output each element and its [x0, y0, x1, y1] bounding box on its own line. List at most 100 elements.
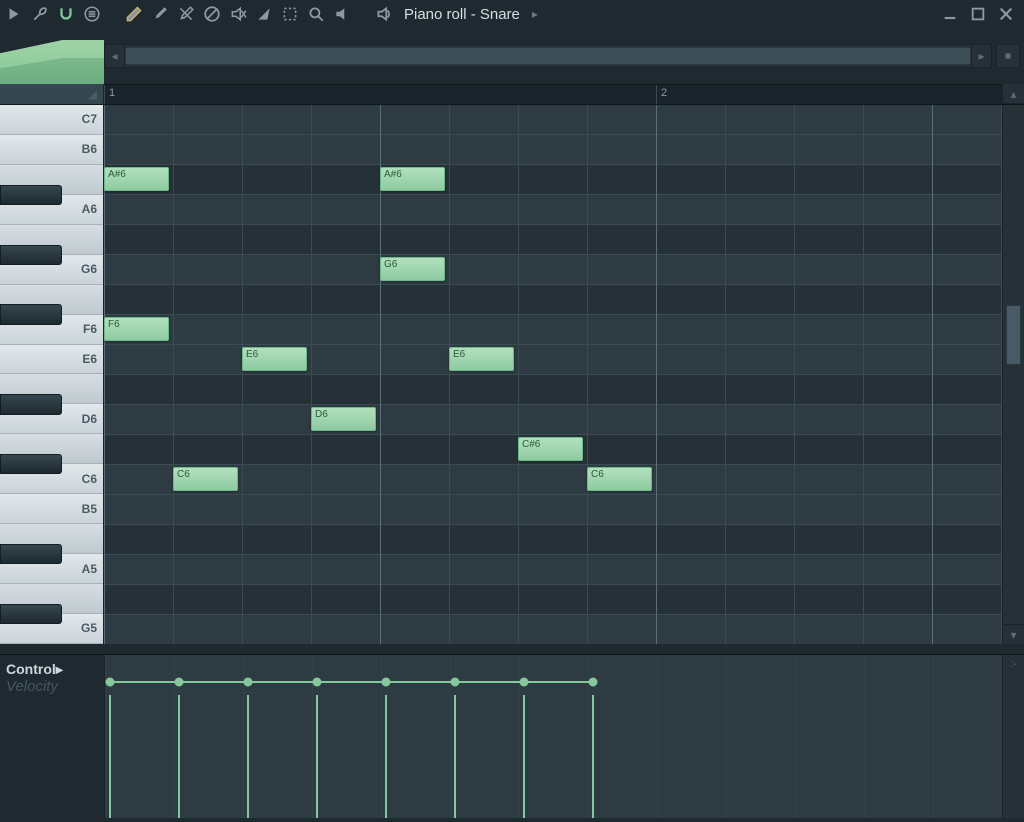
- key-label: F6: [83, 322, 97, 336]
- key-D6[interactable]: D6: [0, 404, 103, 434]
- pattern-tab[interactable]: [0, 28, 104, 84]
- vscroll-up-icon[interactable]: ▴: [1003, 84, 1024, 104]
- slice-icon[interactable]: [254, 4, 274, 24]
- wrench-icon[interactable]: [30, 4, 50, 24]
- key-label: A6: [82, 202, 97, 216]
- black-key[interactable]: [0, 185, 62, 205]
- key-G5[interactable]: G5: [0, 614, 103, 644]
- velocity-bar[interactable]: [178, 695, 180, 818]
- key-label: G6: [81, 262, 97, 276]
- ruler-corner[interactable]: ◢: [0, 84, 104, 104]
- grid-row: [104, 345, 1002, 375]
- vscroll-thumb[interactable]: [1006, 305, 1021, 365]
- control-panel: Control▸ Velocity :-: [0, 654, 1024, 818]
- note[interactable]: E6: [242, 347, 307, 371]
- key-B6[interactable]: B6: [0, 135, 103, 165]
- black-key[interactable]: [0, 454, 62, 474]
- grid-vline: [726, 655, 727, 818]
- control-label[interactable]: Control: [6, 661, 56, 677]
- velocity-bar[interactable]: [454, 695, 456, 818]
- velocity-bar[interactable]: [592, 695, 594, 818]
- window-title[interactable]: Piano roll - Snare: [404, 6, 520, 23]
- control-side-button[interactable]: :-: [1002, 655, 1024, 818]
- grid-row: [104, 315, 1002, 345]
- key-F6[interactable]: F6: [0, 315, 103, 345]
- piano-keys[interactable]: C7B6 A6 G6 F6 E6 D6 C6B5 A5 G5: [0, 105, 104, 644]
- time-ruler[interactable]: 12: [104, 84, 1002, 104]
- key-A5[interactable]: A5: [0, 554, 103, 584]
- disable-icon[interactable]: [202, 4, 222, 24]
- black-key[interactable]: [0, 245, 62, 265]
- black-key[interactable]: [0, 544, 62, 564]
- key-A6[interactable]: A6: [0, 195, 103, 225]
- key-C7[interactable]: C7: [0, 105, 103, 135]
- zoom-icon[interactable]: [306, 4, 326, 24]
- brush-cancel-icon[interactable]: [176, 4, 196, 24]
- grid-row: [104, 135, 1002, 165]
- note[interactable]: A#6: [380, 167, 445, 191]
- control-sublabel[interactable]: Velocity: [6, 678, 58, 695]
- piano-roll-main: C7B6A6G6F6E6D6C6B5A5G5 A#6A#6G6F6E6E6D6C…: [0, 104, 1024, 644]
- black-key[interactable]: [0, 304, 62, 324]
- grid-vline: [242, 105, 243, 644]
- black-key[interactable]: [0, 394, 62, 414]
- grid-vline: [933, 655, 934, 818]
- grid-row: [104, 465, 1002, 495]
- window-buttons: [942, 6, 1020, 22]
- preview-icon[interactable]: [374, 4, 394, 24]
- grid-vline: [518, 105, 519, 644]
- velocity-bar[interactable]: [385, 695, 387, 818]
- brush-icon[interactable]: [150, 4, 170, 24]
- key-B5[interactable]: B5: [0, 494, 103, 524]
- note-grid[interactable]: A#6A#6G6F6E6E6D6C#6C6C6: [104, 105, 1002, 644]
- menu-circle-icon[interactable]: [82, 4, 102, 24]
- note[interactable]: A#6: [104, 167, 169, 191]
- key-E6[interactable]: E6: [0, 345, 103, 375]
- hscroll-thumb[interactable]: [125, 47, 971, 65]
- note[interactable]: C6: [587, 467, 652, 491]
- hscroll-right-icon[interactable]: ▸: [971, 45, 991, 67]
- mute-icon[interactable]: [228, 4, 248, 24]
- vertical-scroll[interactable]: ▾: [1002, 105, 1024, 644]
- pencil-icon[interactable]: [124, 4, 144, 24]
- vscroll-down-icon[interactable]: ▾: [1003, 624, 1024, 644]
- snap-icon[interactable]: [56, 4, 76, 24]
- note[interactable]: C6: [173, 467, 238, 491]
- grid-vline: [863, 105, 864, 644]
- note[interactable]: F6: [104, 317, 169, 341]
- black-key[interactable]: [0, 604, 62, 624]
- note[interactable]: D6: [311, 407, 376, 431]
- play-menu-icon[interactable]: [4, 4, 24, 24]
- note[interactable]: G6: [380, 257, 445, 281]
- volume-icon[interactable]: [332, 4, 352, 24]
- grid-row: [104, 495, 1002, 525]
- grid-row: [104, 285, 1002, 315]
- control-arrow-icon[interactable]: ▸: [56, 661, 63, 677]
- toolbar: Piano roll - Snare ▸: [0, 0, 1024, 28]
- minimize-icon[interactable]: [942, 6, 958, 22]
- maximize-icon[interactable]: [970, 6, 986, 22]
- velocity-bar[interactable]: [523, 695, 525, 818]
- hscroll-left-icon[interactable]: ◂: [105, 45, 125, 67]
- velocity-bar[interactable]: [109, 695, 111, 818]
- grid-vline: [725, 105, 726, 644]
- ruler-row: ◢ 12 ▴: [0, 84, 1024, 104]
- select-icon[interactable]: [280, 4, 300, 24]
- velocity-bar[interactable]: [247, 695, 249, 818]
- grid-vline: [794, 105, 795, 644]
- channel-arrow-icon[interactable]: ▸: [532, 7, 538, 21]
- key-label: A5: [82, 562, 97, 576]
- note[interactable]: E6: [449, 347, 514, 371]
- grid-row: [104, 255, 1002, 285]
- zoom-dot[interactable]: [996, 44, 1020, 68]
- note[interactable]: C#6: [518, 437, 583, 461]
- horizontal-scroll[interactable]: ◂ ▸: [104, 44, 992, 68]
- key-G6[interactable]: G6: [0, 255, 103, 285]
- ruler-bar: 1: [104, 85, 119, 104]
- grid-vline: [449, 105, 450, 644]
- velocity-area[interactable]: [104, 655, 1002, 818]
- key-C6[interactable]: C6: [0, 464, 103, 494]
- close-icon[interactable]: [998, 6, 1014, 22]
- grid-row: [104, 555, 1002, 585]
- velocity-bar[interactable]: [316, 695, 318, 818]
